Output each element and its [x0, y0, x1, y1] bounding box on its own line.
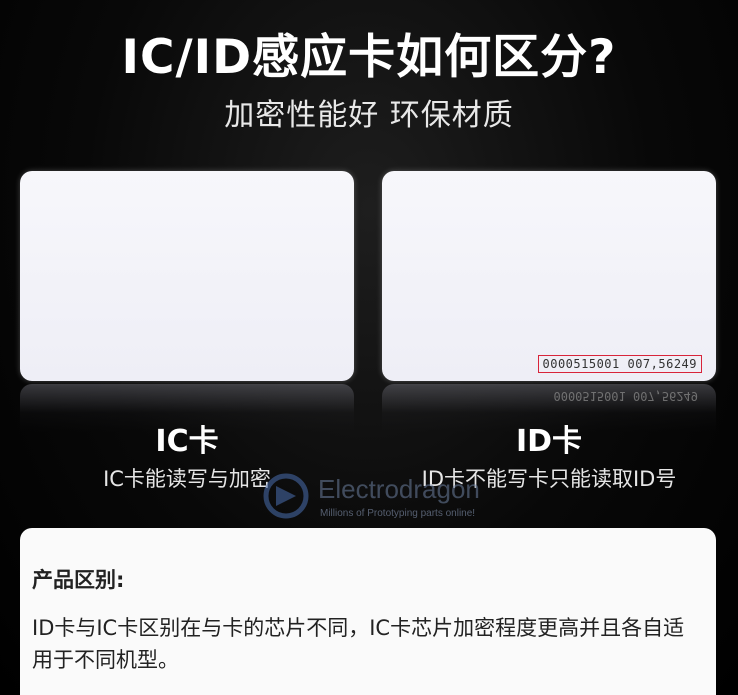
page-subtitle: 加密性能好 环保材质 — [224, 98, 514, 133]
id-card-number-reflection: 0000515001 007,56249 — [553, 389, 699, 403]
panel-heading: 产品区别: — [32, 568, 125, 592]
dragon-logo-icon — [263, 473, 309, 519]
id-card-image: 0000515001 007,56249 — [382, 171, 716, 381]
page-title: IC/ID感应卡如何区分? — [121, 30, 617, 85]
ic-card-label: IC卡 — [155, 424, 219, 459]
ic-card-image — [20, 171, 354, 381]
watermark-tagline: Millions of Prototyping parts online! — [320, 508, 476, 519]
id-card-number: 0000515001 007,56249 — [537, 355, 702, 373]
product-banner: IC/ID感应卡如何区分? 加密性能好 环保材质 0000515001 007,… — [0, 0, 738, 695]
id-card-label: ID卡 — [515, 424, 583, 459]
panel-body: ID卡与IC卡区别在与卡的芯片不同，IC卡芯片加密程度更高并且各自适用于不同机型… — [32, 616, 685, 672]
product-difference-panel: 产品区别: ID卡与IC卡区别在与卡的芯片不同，IC卡芯片加密程度更高并且各自适… — [20, 528, 716, 695]
watermark: Electrodragon Millions of Prototyping pa… — [262, 470, 522, 522]
watermark-brand: Electrodragon — [318, 474, 480, 504]
